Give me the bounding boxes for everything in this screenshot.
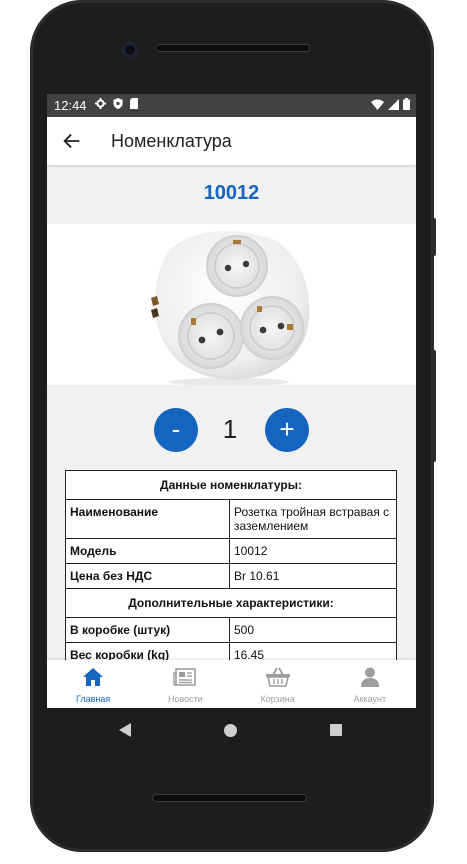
product-image [47, 224, 416, 386]
row-value: Br 10.61 [229, 563, 397, 589]
status-time: 12:44 [54, 98, 87, 113]
section-title-extra: Дополнительные характеристики: [65, 588, 397, 618]
settings-icon [95, 98, 106, 109]
home-icon [83, 668, 104, 686]
decrease-quantity-button[interactable]: - [154, 408, 198, 452]
nav-label-cart: Корзина [260, 694, 295, 704]
newspaper-icon [173, 668, 197, 686]
row-key: Модель [65, 538, 230, 564]
system-navigation-bar [47, 708, 416, 752]
nav-label-news: Новости [167, 694, 203, 704]
row-value: 10012 [229, 538, 397, 564]
quantity-value: 1 [222, 414, 238, 444]
basket-icon [265, 667, 290, 687]
section-title-data: Данные номенклатуры: [65, 470, 397, 500]
bottom-speaker [152, 794, 307, 802]
details-table: Данные номенклатуры: Наименование Розетк… [65, 470, 397, 668]
row-value: Розетка тройная встравая с заземлением [229, 499, 397, 539]
shield-icon [113, 98, 123, 109]
row-value: 500 [229, 617, 397, 643]
nav-label-home: Главная [75, 694, 111, 704]
back-arrow-icon[interactable] [61, 130, 83, 152]
app-bar: Номенклатура [47, 117, 416, 165]
table-section-header: Данные номенклатуры: [65, 470, 397, 500]
system-back-icon[interactable] [119, 723, 131, 737]
volume-button [432, 218, 436, 256]
battery-icon [403, 98, 410, 110]
table-row: Модель 10012 [65, 538, 397, 564]
top-speaker [155, 44, 310, 52]
row-key: Цена без НДС [65, 563, 230, 589]
table-row: В коробке (штук) 500 [65, 617, 397, 643]
socket-adapter-image [151, 230, 310, 386]
product-code-title: 10012 [203, 182, 260, 204]
nav-label-account: Аккаунт [353, 694, 387, 704]
system-recents-icon[interactable] [330, 724, 342, 736]
bottom-navigation: Главная Новости Корзина Аккаунт [47, 660, 416, 708]
user-icon [360, 667, 379, 687]
sim-card-icon [130, 98, 138, 109]
front-camera [122, 42, 138, 58]
app-screen: 12:44 Номенклатура 10012 - 1 + Данные но… [47, 94, 416, 708]
power-button [432, 350, 436, 462]
nav-news[interactable]: Новости [139, 660, 231, 708]
table-row: Наименование Розетка тройная встравая с … [65, 499, 397, 539]
increase-quantity-button[interactable]: + [265, 408, 309, 452]
row-key: Наименование [65, 499, 230, 539]
page-title: Номенклатура [111, 131, 232, 151]
nav-cart[interactable]: Корзина [232, 660, 324, 708]
signal-icon [388, 98, 399, 110]
table-section-header: Дополнительные характеристики: [65, 588, 397, 618]
row-key: В коробке (штук) [65, 617, 230, 643]
wifi-icon [371, 99, 384, 110]
table-row: Цена без НДС Br 10.61 [65, 563, 397, 589]
nav-home[interactable]: Главная [47, 660, 139, 708]
system-home-icon[interactable] [224, 724, 237, 737]
status-bar: 12:44 [47, 94, 416, 117]
nav-account[interactable]: Аккаунт [324, 660, 416, 708]
